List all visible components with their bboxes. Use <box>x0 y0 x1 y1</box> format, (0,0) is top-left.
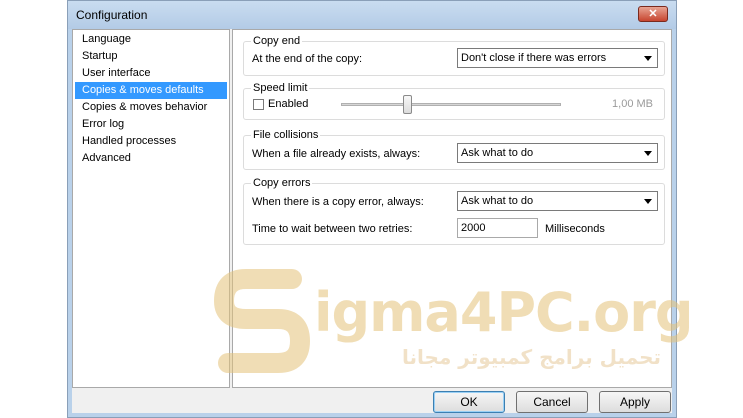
nav-item-language[interactable]: Language <box>75 31 227 48</box>
speed-limit-checkbox[interactable] <box>253 99 264 110</box>
chevron-down-icon <box>644 199 652 204</box>
speed-limit-group: Speed limit Enabled 1,00 MB <box>243 82 665 120</box>
chevron-down-icon <box>644 151 652 156</box>
close-icon: ✕ <box>648 8 658 20</box>
file-collisions-value: Ask what to do <box>461 147 534 159</box>
cancel-button[interactable]: Cancel <box>516 391 588 413</box>
file-collisions-group: File collisions When a file already exis… <box>243 129 665 170</box>
apply-button[interactable]: Apply <box>599 391 671 413</box>
nav-item-handled-processes[interactable]: Handled processes <box>75 133 227 150</box>
category-list: Language Startup User interface Copies &… <box>72 29 230 388</box>
speed-limit-title: Speed limit <box>251 82 310 94</box>
window-title: Configuration <box>76 8 148 22</box>
file-collisions-label: When a file already exists, always: <box>252 148 421 160</box>
speed-limit-enabled-label: Enabled <box>268 98 309 110</box>
nav-item-startup[interactable]: Startup <box>75 48 227 65</box>
speed-limit-track <box>341 103 561 106</box>
speed-limit-slider[interactable] <box>403 95 412 114</box>
nav-item-advanced[interactable]: Advanced <box>75 150 227 167</box>
file-collisions-select[interactable]: Ask what to do <box>457 143 658 163</box>
client-area: Language Startup User interface Copies &… <box>72 29 694 413</box>
retry-wait-label: Time to wait between two retries: <box>252 223 413 235</box>
copy-errors-select[interactable]: Ask what to do <box>457 191 658 211</box>
close-button[interactable]: ✕ <box>638 6 668 22</box>
copy-errors-value: Ask what to do <box>461 195 534 207</box>
copy-end-title: Copy end <box>251 35 303 47</box>
retry-wait-value: 2000 <box>461 222 486 234</box>
copy-end-value: Don't close if there was errors <box>461 52 607 64</box>
copy-errors-group: Copy errors When there is a copy error, … <box>243 177 665 245</box>
ok-button[interactable]: OK <box>433 391 505 413</box>
title-bar[interactable]: Configuration ✕ <box>68 1 676 29</box>
copy-end-select[interactable]: Don't close if there was errors <box>457 48 658 68</box>
nav-item-copies-moves-behavior[interactable]: Copies & moves behavior <box>75 99 227 116</box>
retry-wait-input[interactable]: 2000 <box>457 218 538 238</box>
nav-item-user-interface[interactable]: User interface <box>75 65 227 82</box>
speed-limit-value: 1,00 MB <box>612 98 653 110</box>
copy-errors-title: Copy errors <box>251 177 313 189</box>
nav-item-error-log[interactable]: Error log <box>75 116 227 133</box>
chevron-down-icon <box>644 56 652 61</box>
configuration-window: Configuration ✕ Language Startup User in… <box>67 0 694 418</box>
settings-panel: Copy end At the end of the copy: Don't c… <box>232 29 672 388</box>
nav-item-copies-moves-defaults[interactable]: Copies & moves defaults <box>75 82 227 99</box>
retry-wait-unit: Milliseconds <box>545 223 605 235</box>
copy-end-group: Copy end At the end of the copy: Don't c… <box>243 35 665 76</box>
copy-end-label: At the end of the copy: <box>252 53 363 65</box>
copy-errors-label: When there is a copy error, always: <box>252 196 424 208</box>
file-collisions-title: File collisions <box>251 129 321 141</box>
